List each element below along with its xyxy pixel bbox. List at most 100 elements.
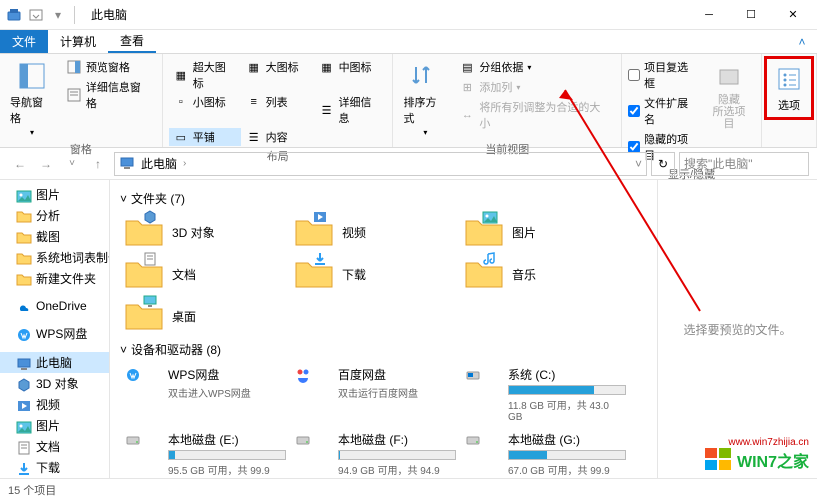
navigation-bar: ← → ˅ ↑ 此电脑 › ˅ ↻ 搜索"此电脑" bbox=[0, 148, 817, 180]
tree-item-label: 此电脑 bbox=[36, 354, 72, 371]
preview-pane: 选择要预览的文件。 bbox=[657, 180, 817, 478]
tree-item-label: 视频 bbox=[36, 396, 60, 413]
search-box[interactable]: 搜索"此电脑" bbox=[679, 152, 809, 176]
watermark-url: www.win7zhijia.cn bbox=[705, 437, 809, 448]
sort-button[interactable]: 排序方式 ▾ bbox=[399, 58, 451, 139]
folder-name: 视频 bbox=[342, 224, 366, 241]
drives-section-header[interactable]: ˅ 设备和驱动器 (8) bbox=[120, 337, 647, 362]
addr-dropdown-icon[interactable]: ˅ bbox=[635, 157, 642, 171]
close-button[interactable]: ✕ bbox=[773, 1, 813, 29]
tree-item[interactable]: 分析 bbox=[0, 205, 109, 226]
address-bar[interactable]: 此电脑 › ˅ bbox=[114, 152, 647, 176]
layout-list[interactable]: ≡列表 bbox=[242, 93, 314, 111]
tree-item[interactable]: 文档 bbox=[0, 436, 109, 457]
pc-icon bbox=[119, 156, 135, 172]
details-icon: ☰ bbox=[319, 102, 335, 118]
nav-tree[interactable]: 图片 分析 截图 系统地词表制作思路 新建文件夹 OneDrive WPS网盘 … bbox=[0, 180, 110, 478]
details-pane-button[interactable]: 详细信息窗格 bbox=[62, 78, 156, 112]
tree-item[interactable]: 下载 bbox=[0, 457, 109, 478]
folder-item[interactable]: 桌面 bbox=[120, 295, 290, 337]
cloud-drive-item[interactable]: 百度网盘 双击运行百度网盘 bbox=[290, 362, 460, 427]
drive-item[interactable]: 本地磁盘 (E:) 95.5 GB 可用，共 99.9 GB bbox=[120, 427, 290, 478]
file-ext-toggle[interactable]: 文件扩展名 bbox=[628, 94, 699, 128]
dropdown-icon: ▾ bbox=[423, 128, 427, 137]
folder-icon bbox=[16, 251, 32, 265]
tree-item-label: 文档 bbox=[36, 438, 60, 455]
tab-file[interactable]: 文件 bbox=[0, 30, 48, 53]
layout-large[interactable]: ▦大图标 bbox=[242, 58, 314, 76]
options-button[interactable]: 选项 bbox=[769, 61, 809, 115]
large-icon: ▦ bbox=[246, 59, 262, 75]
tree-item[interactable]: 截图 bbox=[0, 226, 109, 247]
nav-pane-icon bbox=[16, 60, 48, 92]
drive-item[interactable]: 系统 (C:) 11.8 GB 可用，共 43.0 GB bbox=[460, 362, 630, 427]
folder-item[interactable]: 视频 bbox=[290, 211, 460, 253]
ribbon: 导航窗格 ▾ 预览窗格 详细信息窗格 窗格 ▦超大图标 ▦大图标 ▦中图标 ▫小… bbox=[0, 54, 817, 148]
nav-pane-button[interactable]: 导航窗格 ▾ bbox=[6, 58, 58, 139]
up-button[interactable]: ↑ bbox=[86, 152, 110, 176]
layout-details[interactable]: ☰详细信息 bbox=[315, 93, 387, 127]
drive-item[interactable]: 本地磁盘 (G:) 67.0 GB 可用，共 99.9 GB bbox=[460, 427, 630, 478]
ribbon-tabs: 文件 计算机 查看 ˄ bbox=[0, 30, 817, 54]
tree-item[interactable]: 3D 对象 bbox=[0, 373, 109, 394]
downloads-icon bbox=[16, 461, 32, 475]
maximize-button[interactable]: ☐ bbox=[731, 1, 771, 29]
minimize-button[interactable]: ─ bbox=[689, 1, 729, 29]
documents-folder-icon bbox=[124, 257, 164, 291]
tree-item-label: 图片 bbox=[36, 186, 60, 203]
content-icon: ☰ bbox=[246, 129, 262, 145]
layout-tiles[interactable]: ▭平铺 bbox=[169, 128, 241, 146]
pc-icon bbox=[16, 356, 32, 370]
folders-section-header[interactable]: ˅ 文件夹 (7) bbox=[120, 186, 647, 211]
preview-pane-button[interactable]: 预览窗格 bbox=[62, 58, 156, 76]
tree-item[interactable]: WPS网盘 bbox=[0, 323, 109, 344]
drive-icon bbox=[464, 431, 500, 467]
tab-computer[interactable]: 计算机 bbox=[48, 30, 108, 53]
onedrive-icon bbox=[16, 299, 32, 313]
breadcrumb[interactable]: 此电脑 bbox=[141, 155, 177, 172]
crumb-arrow-icon[interactable]: › bbox=[183, 158, 186, 169]
drive-usage-bar bbox=[508, 385, 626, 395]
cloud-drive-item[interactable]: WPS网盘 双击进入WPS网盘 bbox=[120, 362, 290, 427]
layout-xlarge[interactable]: ▦超大图标 bbox=[169, 58, 241, 92]
tree-item[interactable]: OneDrive bbox=[0, 297, 109, 315]
window-title: 此电脑 bbox=[91, 6, 127, 23]
tree-item[interactable]: 图片 bbox=[0, 184, 109, 205]
sort-icon bbox=[409, 60, 441, 92]
layout-small[interactable]: ▫小图标 bbox=[169, 93, 241, 111]
group-button[interactable]: ▤分组依据▾ bbox=[455, 58, 615, 76]
folder-item[interactable]: 图片 bbox=[460, 211, 630, 253]
hide-icon bbox=[713, 60, 745, 92]
tree-item-label: 分析 bbox=[36, 207, 60, 224]
tab-view[interactable]: 查看 bbox=[108, 30, 156, 53]
app-icon bbox=[4, 5, 24, 25]
content-pane[interactable]: ˅ 文件夹 (7) 3D 对象 视频 图片 文档 下载 音乐 桌面 bbox=[110, 180, 657, 478]
tree-item[interactable]: 视频 bbox=[0, 394, 109, 415]
tree-item[interactable]: 图片 bbox=[0, 415, 109, 436]
item-checkboxes-toggle[interactable]: 项目复选框 bbox=[628, 58, 699, 92]
layout-medium[interactable]: ▦中图标 bbox=[315, 58, 387, 76]
layout-content[interactable]: ☰内容 bbox=[242, 128, 314, 146]
size-cols-button[interactable]: ↔将所有列调整为合适的大小 bbox=[455, 98, 615, 132]
folder-item[interactable]: 3D 对象 bbox=[120, 211, 290, 253]
add-col-button[interactable]: ⊞添加列▾ bbox=[455, 78, 615, 96]
ribbon-group-panes: 导航窗格 ▾ 预览窗格 详细信息窗格 窗格 bbox=[0, 54, 163, 147]
tree-item[interactable]: 新建文件夹 bbox=[0, 268, 109, 289]
folder-item[interactable]: 音乐 bbox=[460, 253, 630, 295]
recent-button[interactable]: ˅ bbox=[60, 152, 84, 176]
drive-usage-bar bbox=[168, 450, 286, 460]
folder-item[interactable]: 文档 bbox=[120, 253, 290, 295]
forward-button[interactable]: → bbox=[34, 152, 58, 176]
tree-item-label: 截图 bbox=[36, 228, 60, 245]
back-button[interactable]: ← bbox=[8, 152, 32, 176]
refresh-button[interactable]: ↻ bbox=[651, 152, 675, 176]
hide-selected-button[interactable]: 隐藏 所选项目 bbox=[703, 58, 755, 132]
drive-name: 本地磁盘 (G:) bbox=[508, 431, 626, 448]
tree-item[interactable]: 此电脑 bbox=[0, 352, 109, 373]
tree-item[interactable]: 系统地词表制作思路 bbox=[0, 247, 109, 268]
qat-dropdown-icon[interactable] bbox=[26, 5, 46, 25]
pictures-icon bbox=[16, 419, 32, 433]
ribbon-collapse-icon[interactable]: ˄ bbox=[787, 30, 817, 53]
drive-item[interactable]: 本地磁盘 (F:) 94.9 GB 可用，共 94.9 GB bbox=[290, 427, 460, 478]
folder-item[interactable]: 下载 bbox=[290, 253, 460, 295]
